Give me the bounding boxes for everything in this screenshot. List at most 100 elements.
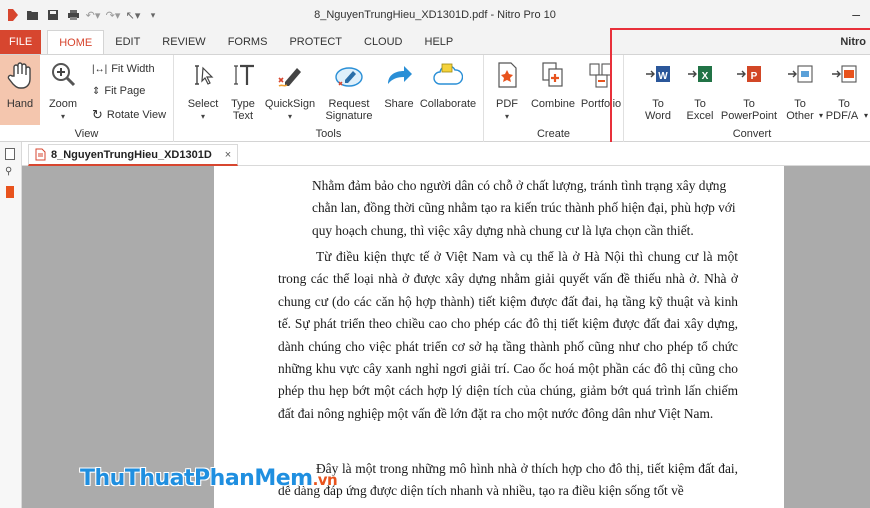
share-button[interactable]: Share [380, 60, 418, 124]
minimize-button[interactable]: – [852, 6, 860, 22]
side-panel-strip: ⚲ [0, 142, 22, 508]
combine-label: Combine [530, 98, 576, 110]
convert-group: W To Word X To Excel P To PowerPoint To … [634, 55, 870, 143]
to-powerpoint-label-1: To [743, 98, 755, 110]
new-pdf-icon [498, 62, 517, 88]
tab-help[interactable]: HELP [414, 30, 465, 54]
watermark-part-1: Thu [80, 466, 125, 491]
type-label-2: Text [232, 110, 254, 122]
print-icon[interactable] [66, 8, 80, 22]
undo-icon[interactable]: ↶▾ [86, 8, 101, 22]
request-signature-icon [335, 67, 363, 87]
fit-page-button[interactable]: ⇕ Fit Page [92, 85, 145, 97]
collaborate-label: Collaborate [419, 98, 477, 110]
tools-group: Select ▾ Type Text QuickSign ▾ Request S… [174, 55, 484, 143]
zoom-button[interactable]: Zoom ▾ [46, 60, 80, 124]
rotate-icon: ↻ [92, 107, 103, 122]
to-powerpoint-label-2: PowerPoint [720, 110, 778, 122]
quicksign-label: QuickSign [264, 98, 316, 110]
select-dropdown-icon: ▾ [200, 112, 205, 121]
tab-cloud[interactable]: CLOUD [353, 30, 414, 54]
hand-icon [7, 62, 31, 89]
portfolio-button[interactable]: Portfolio [578, 60, 624, 124]
zoom-icon [52, 63, 76, 87]
to-word-button[interactable]: W To Word [638, 60, 678, 124]
to-pdfa-icon [832, 65, 857, 83]
pdf-button[interactable]: PDF ▾ [490, 60, 524, 124]
attachments-panel-icon[interactable]: ⚲ [5, 166, 12, 177]
to-word-label-2: Word [644, 110, 672, 122]
request-signature-button[interactable]: Request Signature [320, 60, 378, 124]
ribbon-tabs: FILE HOME EDIT REVIEW FORMS PROTECT CLOU… [0, 30, 870, 54]
type-label-1: Type [231, 98, 255, 110]
to-other-icon [788, 65, 813, 83]
view-group: Hand Zoom ▾ |↔| Fit Width ⇕ Fit Page ↻ R… [0, 55, 174, 143]
to-word-icon: W [646, 66, 670, 82]
portfolio-icon [589, 63, 612, 88]
bookmarks-panel-icon[interactable] [6, 186, 14, 198]
svg-text:W: W [658, 71, 668, 82]
svg-text:P: P [751, 71, 758, 82]
redo-icon[interactable]: ↷▾ [106, 8, 121, 22]
rotate-view-label: Rotate View [106, 109, 167, 121]
collaborate-button[interactable]: Collaborate [418, 60, 478, 124]
pages-panel-icon[interactable] [5, 148, 15, 160]
fit-page-label: Fit Page [104, 85, 146, 97]
title-bar: ↶▾ ↷▾ ↖▾ ▾ 8_NguyenTrungHieu_XD1301D.pdf… [0, 0, 870, 30]
request-label-1: Request [328, 98, 370, 110]
share-icon [388, 66, 412, 84]
tab-home[interactable]: HOME [47, 30, 105, 54]
select-text-cursor-icon [195, 65, 214, 85]
document-tab-label: 8_NguyenTrungHieu_XD1301D [51, 148, 212, 161]
rotate-view-button[interactable]: ↻ Rotate View [92, 107, 166, 123]
watermark-part-3: .vn [312, 471, 338, 489]
tab-file[interactable]: FILE [0, 30, 42, 54]
tab-protect[interactable]: PROTECT [278, 30, 353, 54]
create-group-label: Create [536, 128, 571, 140]
tools-group-label: Tools [315, 128, 342, 140]
nitro-account-label[interactable]: Nitro [840, 30, 866, 54]
collaborate-cloud-icon [433, 63, 463, 85]
tab-edit[interactable]: EDIT [104, 30, 151, 54]
hand-label: Hand [6, 98, 34, 110]
paragraph-3: Đây là một trong những mô hình nhà ở thí… [278, 461, 738, 499]
to-excel-label-2: Excel [686, 110, 714, 122]
fit-width-icon: |↔| [92, 63, 108, 75]
fit-page-icon: ⇕ [92, 85, 101, 97]
create-group: PDF ▾ Combine Portfolio Create [484, 55, 624, 143]
combine-icon [542, 62, 563, 87]
portfolio-label: Portfolio [580, 98, 622, 110]
fit-width-button[interactable]: |↔| Fit Width [92, 63, 155, 75]
ribbon: Hand Zoom ▾ |↔| Fit Width ⇕ Fit Page ↻ R… [0, 54, 870, 143]
close-tab-icon[interactable]: × [225, 149, 231, 161]
svg-text:X: X [702, 71, 709, 82]
type-text-button[interactable]: Type Text [226, 60, 260, 124]
combine-button[interactable]: Combine [530, 60, 576, 124]
customize-toolbar-icon[interactable]: ▾ [146, 8, 160, 22]
tab-forms[interactable]: FORMS [217, 30, 279, 54]
to-excel-button[interactable]: X To Excel [680, 60, 720, 124]
open-folder-icon[interactable] [26, 8, 40, 22]
save-icon[interactable] [46, 8, 60, 22]
pdf-file-icon [35, 148, 46, 161]
cursor-select-icon[interactable]: ↖▾ [126, 8, 141, 22]
nitro-logo-icon [6, 8, 20, 22]
type-text-icon [234, 64, 254, 85]
to-other-button[interactable]: To Other ▾ [780, 60, 823, 124]
to-pdfa-dropdown-icon: ▾ [863, 111, 868, 120]
to-pdfa-button[interactable]: To PDF/A ▾ [822, 60, 868, 124]
hand-button[interactable]: Hand [0, 55, 40, 125]
to-pdfa-label-2: PDF/A [825, 110, 859, 122]
document-tab[interactable]: 8_NguyenTrungHieu_XD1301D × [28, 144, 239, 166]
to-pdfa-label-1: To [838, 98, 850, 110]
select-button[interactable]: Select ▾ [184, 60, 222, 124]
to-powerpoint-button[interactable]: P To PowerPoint [720, 60, 778, 124]
to-excel-icon: X [688, 66, 712, 82]
tab-review[interactable]: REVIEW [151, 30, 216, 54]
pdf-label: PDF [496, 98, 518, 110]
paragraph-1: Nhằm đảm bảo cho người dân có chỗ ở chất… [312, 178, 736, 238]
quicksign-button[interactable]: QuickSign ▾ [262, 60, 318, 124]
zoom-label: Zoom [48, 98, 78, 110]
document-canvas: Nhằm đảm bảo cho người dân có chỗ ở chất… [22, 166, 870, 508]
document-tab-bar: 8_NguyenTrungHieu_XD1301D × [22, 142, 870, 166]
